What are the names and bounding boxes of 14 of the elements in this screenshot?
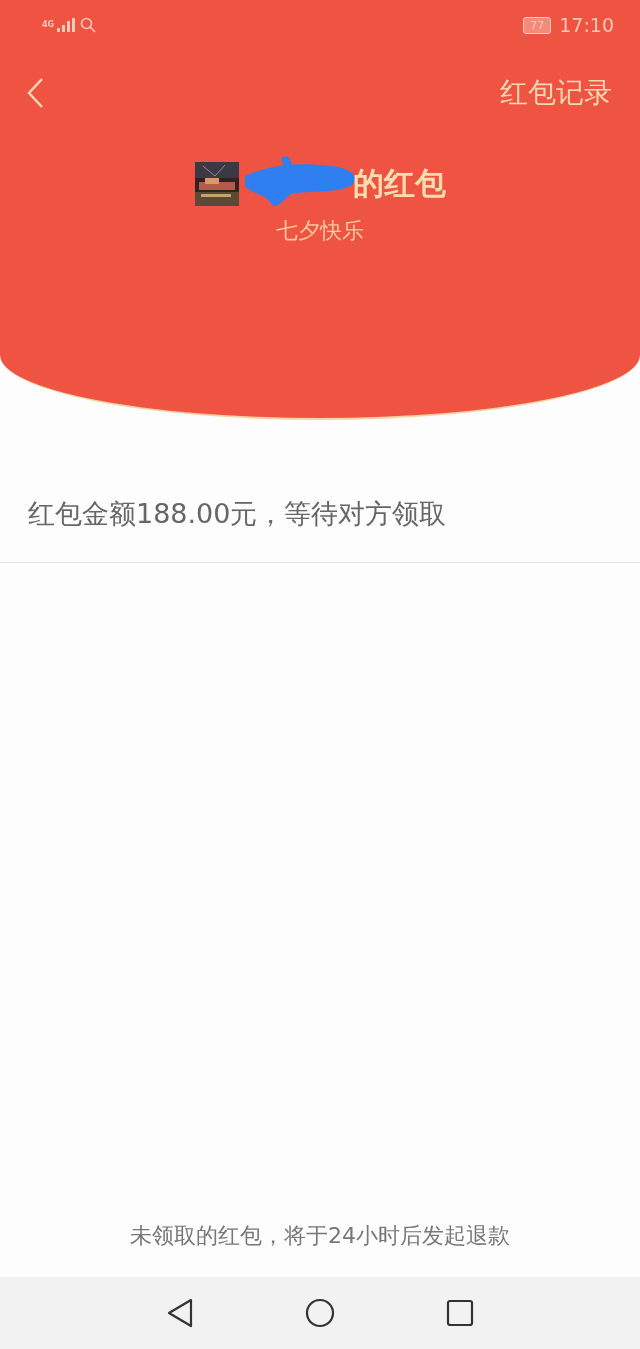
battery-indicator: 77 — [523, 16, 552, 34]
amount-status: 红包金额188.00元，等待对方领取 — [0, 420, 640, 563]
search-icon — [80, 17, 96, 33]
network-label: 4G — [42, 21, 52, 29]
clock: 17:10 — [559, 14, 614, 36]
recent-apps-icon[interactable] — [446, 1299, 475, 1327]
back-button[interactable] — [26, 77, 44, 109]
back-icon[interactable] — [165, 1298, 194, 1328]
home-icon[interactable] — [305, 1298, 335, 1328]
greeting: 七夕快乐 — [275, 217, 365, 245]
records-link[interactable]: 红包记录 — [500, 74, 612, 112]
signal-icon — [57, 18, 75, 32]
sender-title: 的红包 — [352, 164, 446, 203]
refund-note: 未领取的红包，将于24小时后发起退款 — [129, 1222, 511, 1250]
